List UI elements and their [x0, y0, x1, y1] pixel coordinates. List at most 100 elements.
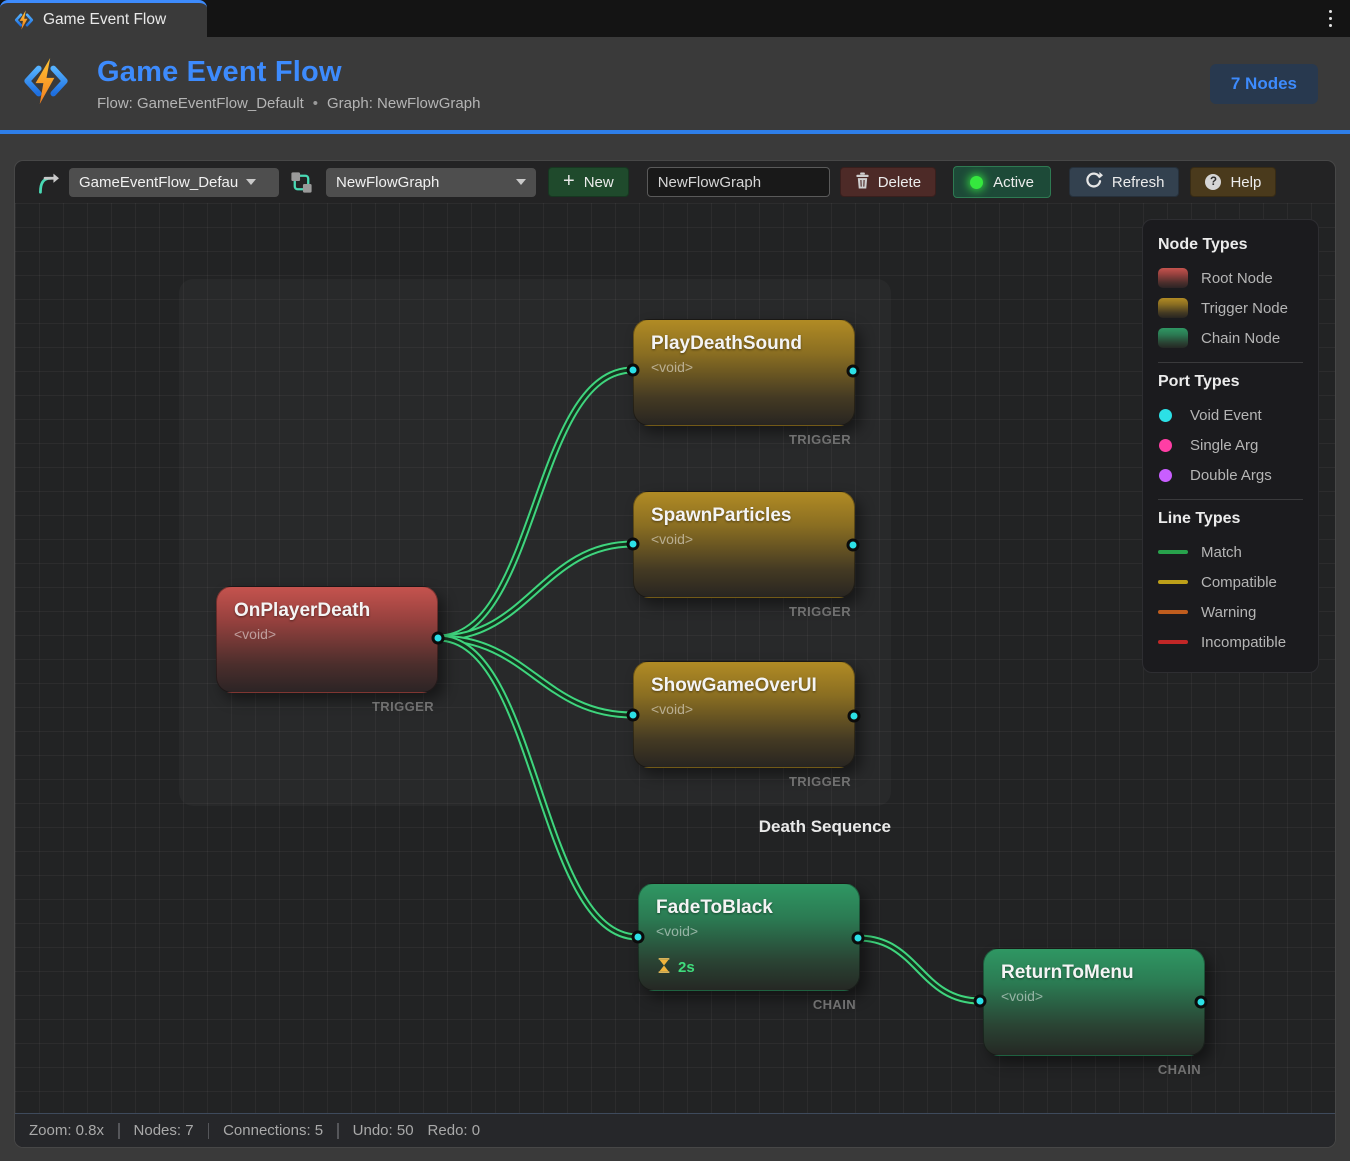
active-status-dot [970, 176, 983, 189]
legend-divider [1158, 362, 1303, 363]
match-line-swatch [1158, 550, 1188, 554]
refresh-icon [1084, 171, 1103, 194]
legend-item-void-event: Void Event [1158, 400, 1303, 430]
merge-flow-icon [33, 169, 59, 195]
refresh-button[interactable]: Refresh [1069, 167, 1180, 197]
trash-icon [855, 172, 870, 193]
tab-label: Game Event Flow [43, 11, 166, 29]
wire-onplayerdeath-playdeathsound[interactable] [438, 370, 633, 638]
plus-icon: + [563, 171, 575, 191]
node-title: ReturnToMenu [1001, 962, 1187, 984]
node-kind-label: TRIGGER [789, 774, 851, 789]
editor-toolbar: GameEventFlow_Defau NewFlowGraph + New [15, 161, 1335, 203]
active-toggle-button[interactable]: Active [953, 166, 1051, 198]
chevron-down-icon [516, 179, 526, 185]
node-title: FadeToBlack [656, 897, 842, 919]
flow-select[interactable]: GameEventFlow_Defau [69, 168, 279, 197]
flow-logo-icon [22, 56, 70, 111]
wire-onplayerdeath-spawnparticles[interactable] [438, 544, 633, 638]
node-signature: <void> [234, 626, 420, 642]
node-showgameoverui[interactable]: ShowGameOverUI <void> TRIGGER [633, 661, 855, 768]
status-bar: Zoom: 0.8x Nodes: 7 Connections: 5 Undo:… [15, 1113, 1335, 1147]
port-output-spawnparticles[interactable] [847, 539, 860, 552]
bullet-separator: • [313, 95, 318, 112]
group-label: Death Sequence [615, 817, 891, 837]
node-signature: <void> [651, 359, 837, 375]
tab-bar: Game Event Flow [0, 0, 1350, 37]
delete-graph-button[interactable]: Delete [840, 167, 936, 197]
port-input-showgameoverui[interactable] [627, 709, 640, 722]
graph-select[interactable]: NewFlowGraph [326, 168, 536, 197]
redo-count: Redo: 0 [428, 1122, 481, 1139]
legend-panel: Node Types Root Node Trigger Node Chain … [1142, 219, 1319, 673]
flow-logo-icon [14, 10, 34, 30]
flow-select-value: GameEventFlow_Defau [79, 174, 238, 191]
status-separator [208, 1123, 210, 1139]
legend-node-types-title: Node Types [1158, 236, 1303, 254]
legend-item-match: Match [1158, 537, 1303, 567]
status-separator [118, 1123, 120, 1139]
port-output-playdeathsound[interactable] [847, 365, 860, 378]
node-graph-canvas[interactable]: OnPlayerDeath <void> TRIGGER PlayDeathSo… [15, 203, 1335, 1113]
wire-onplayerdeath-fadetoblack[interactable] [438, 638, 638, 937]
status-separator [337, 1123, 339, 1139]
graph-hierarchy-icon [289, 170, 314, 195]
legend-divider [1158, 499, 1303, 500]
node-kind-label: TRIGGER [789, 432, 851, 447]
port-input-spawnparticles[interactable] [627, 538, 640, 551]
node-fadetoblack[interactable]: FadeToBlack <void> 2s CHAIN [638, 883, 860, 991]
node-count: Nodes: 7 [134, 1122, 194, 1139]
legend-item-root-node: Root Node [1158, 263, 1303, 293]
legend-port-types-title: Port Types [1158, 373, 1303, 391]
port-input-playdeathsound[interactable] [627, 364, 640, 377]
legend-item-trigger-node: Trigger Node [1158, 293, 1303, 323]
node-kind-label: TRIGGER [789, 604, 851, 619]
node-title: ShowGameOverUI [651, 675, 837, 697]
undo-count: Undo: 50 [353, 1122, 414, 1139]
page-header: Game Event Flow Flow: GameEventFlow_Defa… [0, 37, 1350, 130]
trigger-node-swatch [1158, 298, 1188, 318]
question-mark-icon: ? [1205, 174, 1221, 190]
node-returntomenu[interactable]: ReturnToMenu <void> CHAIN [983, 948, 1205, 1056]
port-output-showgameoverui[interactable] [848, 710, 861, 723]
legend-line-types-title: Line Types [1158, 510, 1303, 528]
node-title: PlayDeathSound [651, 333, 837, 355]
chain-node-swatch [1158, 328, 1188, 348]
node-onplayerdeath[interactable]: OnPlayerDeath <void> TRIGGER [216, 586, 438, 693]
legend-item-double-args: Double Args [1158, 460, 1303, 490]
legend-item-incompatible: Incompatible [1158, 627, 1303, 657]
wire-fadetoblack-returntomenu[interactable] [858, 938, 980, 1001]
flow-name-label: Flow: GameEventFlow_Default [97, 95, 304, 112]
help-button[interactable]: ? Help [1190, 167, 1276, 197]
graph-select-value: NewFlowGraph [336, 174, 439, 191]
port-output-onplayerdeath[interactable] [432, 632, 445, 645]
node-kind-label: CHAIN [1158, 1062, 1201, 1077]
zoom-level: Zoom: 0.8x [29, 1122, 104, 1139]
graph-name-label: Graph: NewFlowGraph [327, 95, 480, 112]
kebab-menu-icon[interactable] [1325, 6, 1337, 32]
node-signature: <void> [1001, 988, 1187, 1004]
delay-value: 2s [678, 959, 695, 976]
page-title: Game Event Flow [97, 56, 480, 89]
warning-line-swatch [1158, 610, 1188, 614]
delay-indicator: 2s [658, 958, 695, 977]
node-playdeathsound[interactable]: PlayDeathSound <void> TRIGGER [633, 319, 855, 426]
chevron-down-icon [246, 179, 256, 185]
graph-name-input[interactable] [647, 167, 830, 197]
editor-panel: GameEventFlow_Defau NewFlowGraph + New [14, 160, 1336, 1148]
node-count-badge: 7 Nodes [1210, 64, 1318, 104]
legend-item-chain-node: Chain Node [1158, 323, 1303, 353]
node-kind-label: CHAIN [813, 997, 856, 1012]
legend-item-single-arg: Single Arg [1158, 430, 1303, 460]
compatible-line-swatch [1158, 580, 1188, 584]
node-title: OnPlayerDeath [234, 600, 420, 622]
port-output-returntomenu[interactable] [1195, 996, 1208, 1009]
node-spawnparticles[interactable]: SpawnParticles <void> TRIGGER [633, 491, 855, 598]
double-args-dot [1159, 469, 1172, 482]
port-output-fadetoblack[interactable] [852, 932, 865, 945]
port-input-returntomenu[interactable] [974, 995, 987, 1008]
new-graph-button[interactable]: + New [548, 167, 629, 197]
port-input-fadetoblack[interactable] [632, 931, 645, 944]
node-signature: <void> [651, 701, 837, 717]
tab-game-event-flow[interactable]: Game Event Flow [0, 0, 207, 37]
